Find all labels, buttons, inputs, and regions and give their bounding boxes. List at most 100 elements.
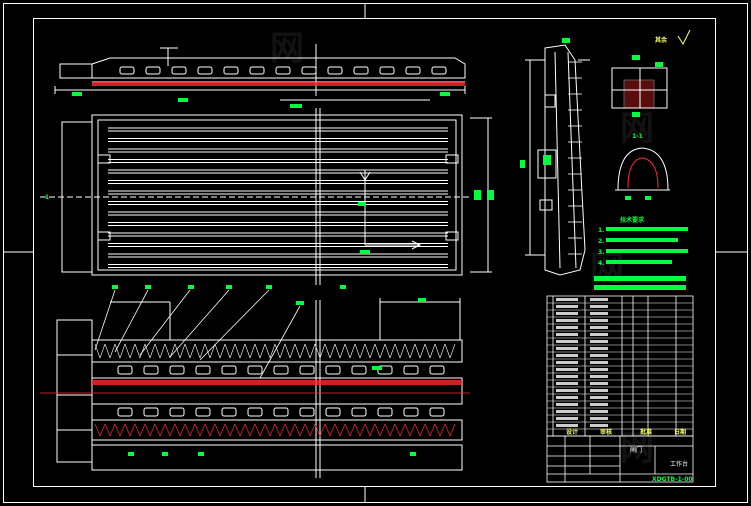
bom-cell — [590, 312, 608, 315]
truss-member — [104, 423, 111, 437]
svg-text:网: 网 — [270, 29, 304, 69]
svg-text:3.: 3. — [598, 249, 604, 256]
truss-member — [439, 343, 446, 359]
truss-member — [374, 343, 381, 359]
truss-member — [449, 343, 456, 359]
truss-member — [139, 423, 146, 437]
slot — [429, 365, 445, 375]
truss-member — [124, 423, 131, 437]
svg-text:网: 网 — [590, 249, 624, 289]
slot — [379, 66, 395, 75]
truss-member — [349, 343, 356, 359]
slot — [377, 407, 393, 417]
truss-member — [144, 343, 151, 359]
slot — [403, 407, 419, 417]
truss-member — [294, 423, 301, 437]
leader-line — [94, 289, 116, 351]
bom-cell — [556, 403, 578, 406]
svg-text:日期: 日期 — [674, 428, 686, 436]
slot — [247, 407, 263, 417]
slot — [117, 407, 133, 417]
bom-cell — [556, 354, 578, 357]
bom-cell — [590, 389, 608, 392]
truss-member — [179, 343, 186, 359]
side-ribs — [568, 61, 582, 255]
section-1-1-label: 1-1 — [632, 133, 643, 140]
roughness-label: 其余 — [655, 36, 668, 44]
truss-member — [239, 423, 246, 437]
truss-member — [114, 423, 121, 437]
truss-member — [214, 343, 221, 359]
drawing-name: 闸门 — [630, 446, 642, 454]
bom-rows — [547, 298, 693, 430]
truss-member — [214, 423, 221, 437]
truss-member — [324, 343, 331, 359]
slot — [273, 365, 289, 375]
slot — [301, 66, 317, 75]
slot — [195, 407, 211, 417]
bom-cell — [556, 312, 578, 315]
slot — [221, 365, 237, 375]
bom-cell — [556, 326, 578, 329]
bom-cell — [590, 305, 608, 308]
bom-cell — [556, 347, 578, 350]
truss-member — [414, 343, 421, 359]
truss-member — [259, 423, 266, 437]
truss-member — [209, 423, 216, 437]
truss-member — [144, 423, 151, 437]
truss-member — [254, 423, 261, 437]
slot — [299, 365, 315, 375]
truss-member — [319, 343, 326, 359]
truss-member — [434, 423, 441, 437]
bom-cell — [590, 319, 608, 322]
truss-member — [409, 423, 416, 437]
truss-member — [154, 423, 161, 437]
slot — [169, 365, 185, 375]
slot — [143, 365, 159, 375]
bom-cell — [556, 361, 578, 364]
slot — [403, 365, 419, 375]
bom-cell — [590, 417, 608, 420]
truss-member — [149, 423, 156, 437]
truss-member — [374, 423, 381, 437]
bom-cell — [590, 354, 608, 357]
bom-cell — [556, 305, 578, 308]
truss-member — [264, 423, 271, 437]
section-marker-left: 1 — [45, 194, 49, 201]
slot — [431, 66, 447, 75]
company: 工作台 — [670, 460, 688, 468]
truss-member — [244, 423, 251, 437]
roughness-symbol — [677, 29, 691, 46]
slot — [221, 407, 237, 417]
svg-text:1.: 1. — [598, 227, 604, 234]
slot — [117, 365, 133, 375]
truss-member — [359, 343, 366, 359]
truss-member — [169, 423, 176, 437]
truss-member — [369, 423, 376, 437]
slot — [429, 407, 445, 417]
technical-notes: 技术要求 1. 2. 3. 4. — [594, 216, 688, 290]
truss-member — [449, 423, 456, 437]
truss-member — [384, 423, 391, 437]
truss-member — [169, 343, 176, 359]
truss-member — [409, 343, 416, 359]
middle-plan-view — [40, 108, 492, 285]
truss-member — [184, 343, 191, 359]
truss-member — [109, 423, 116, 437]
truss-member — [229, 423, 236, 437]
truss-member — [119, 423, 126, 437]
slot — [143, 407, 159, 417]
truss-member — [399, 423, 406, 437]
bom-cell — [556, 389, 578, 392]
bom-cell — [590, 375, 608, 378]
detail-section-1-1 — [615, 147, 670, 191]
slot — [327, 66, 343, 75]
bom-cell — [590, 333, 608, 336]
truss-member — [164, 423, 171, 437]
truss-member — [384, 343, 391, 359]
truss-member — [389, 423, 396, 437]
truss-member — [359, 423, 366, 437]
truss-member — [134, 343, 141, 359]
top-hatch-band — [92, 82, 465, 86]
truss-member — [294, 343, 301, 359]
